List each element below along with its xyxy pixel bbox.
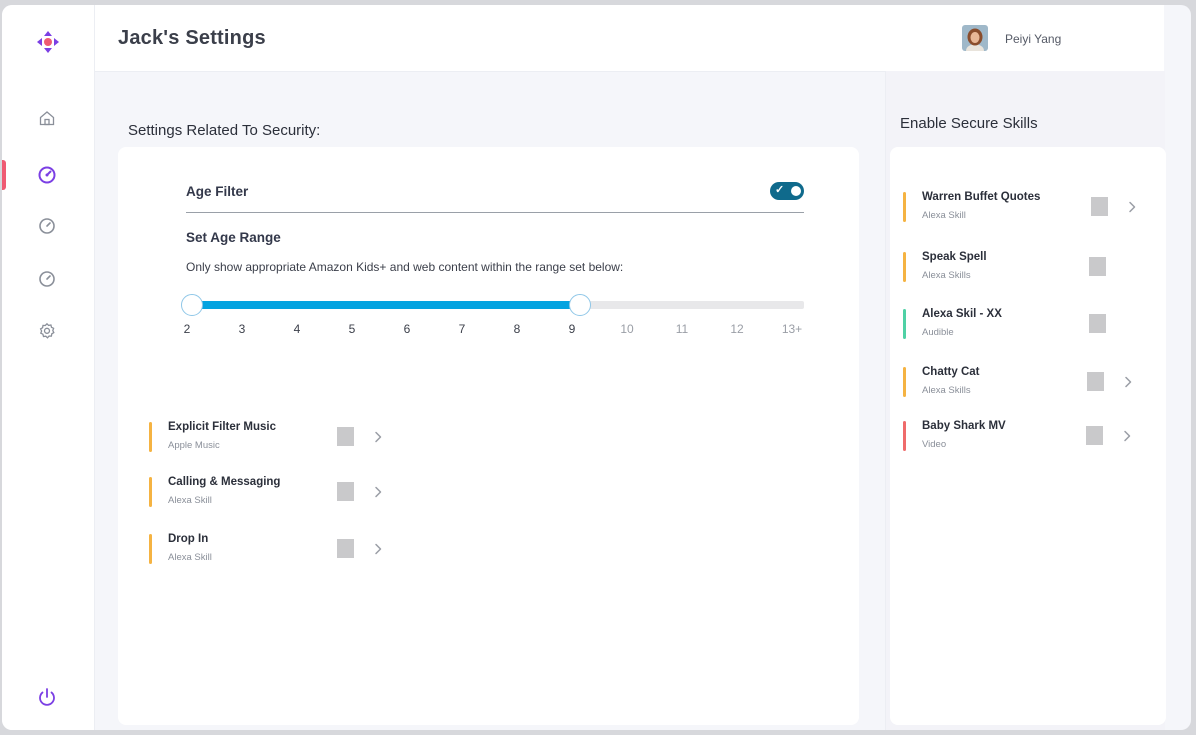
skill-item[interactable]: Baby Shark MV Video xyxy=(903,420,1153,454)
chevron-right-icon[interactable] xyxy=(1125,200,1139,214)
app-logo-icon[interactable] xyxy=(35,29,61,55)
chevron-right-icon[interactable] xyxy=(371,542,385,556)
sidebar-item-security[interactable] xyxy=(32,160,62,190)
sidebar-item-settings[interactable] xyxy=(32,316,62,346)
gauge-icon xyxy=(38,166,56,184)
skill-name: Drop In xyxy=(168,533,209,545)
age-tick-label: 3 xyxy=(238,322,246,336)
skill-item[interactable]: Warren Buffet Quotes Alexa Skill xyxy=(903,191,1153,225)
skill-name: Alexa Skil - XX xyxy=(922,308,1002,320)
skill-item[interactable]: Chatty Cat Alexa Skills xyxy=(903,366,1153,400)
age-range-description: Only show appropriate Amazon Kids+ and w… xyxy=(186,260,624,274)
set-age-range-label: Set Age Range xyxy=(186,230,281,245)
age-tick-label: 2 xyxy=(183,322,191,336)
skill-type: Alexa Skill xyxy=(922,210,966,221)
gauge-icon xyxy=(39,218,55,234)
power-button[interactable] xyxy=(35,685,59,709)
toggle-knob xyxy=(791,186,801,196)
age-range-fill xyxy=(192,301,572,309)
sidebar xyxy=(2,5,95,730)
skill-color-bar xyxy=(903,192,906,222)
skill-color-bar xyxy=(903,367,906,397)
skill-type: Alexa Skill xyxy=(168,495,212,506)
skill-checkbox[interactable] xyxy=(1091,197,1108,216)
skill-type: Video xyxy=(922,439,947,450)
home-icon xyxy=(39,111,55,126)
skill-color-bar xyxy=(149,422,152,452)
skill-name: Chatty Cat xyxy=(922,366,980,378)
skill-checkbox[interactable] xyxy=(337,482,354,501)
avatar[interactable] xyxy=(962,25,988,51)
skill-color-bar xyxy=(149,534,152,564)
skill-type: Alexa Skills xyxy=(922,270,971,281)
secure-skills-panel: Warren Buffet Quotes Alexa Skill Speak Spe… xyxy=(890,147,1166,725)
power-icon xyxy=(39,688,55,706)
age-range-max-handle[interactable] xyxy=(569,294,591,316)
skill-name: Explicit Filter Music xyxy=(168,421,276,433)
check-icon: ✓ xyxy=(775,184,785,196)
skill-type: Apple Music xyxy=(168,440,220,451)
gear-icon xyxy=(39,322,55,339)
skill-color-bar xyxy=(149,477,152,507)
top-header: Jack's Settings Peiyi Yang xyxy=(95,5,1164,72)
chevron-right-icon[interactable] xyxy=(1120,429,1134,443)
page-title: Jack's Settings xyxy=(118,27,266,49)
skill-name: Warren Buffet Quotes xyxy=(922,191,1041,203)
security-section-title: Settings Related To Security: xyxy=(128,122,321,139)
skill-checkbox[interactable] xyxy=(337,539,354,558)
skill-type: Alexa Skill xyxy=(168,552,212,563)
age-range-min-handle[interactable] xyxy=(181,294,203,316)
chevron-right-icon[interactable] xyxy=(1121,375,1135,389)
age-tick-label: 9 xyxy=(568,322,576,336)
skill-type: Audible xyxy=(922,327,954,338)
user-name[interactable]: Peiyi Yang xyxy=(1005,32,1061,46)
skill-item[interactable]: Explicit Filter Music Apple Music xyxy=(149,421,409,455)
skill-name: Speak Spell xyxy=(922,251,987,263)
skill-item[interactable]: Calling & Messaging Alexa Skill xyxy=(149,476,409,510)
age-tick-label: 12 xyxy=(730,322,744,336)
skill-item[interactable]: Speak Spell Alexa Skills xyxy=(903,251,1153,285)
age-tick-label: 7 xyxy=(458,322,466,336)
age-tick-label: 13+ xyxy=(781,322,803,336)
skill-name: Baby Shark MV xyxy=(922,420,1006,432)
chevron-right-icon[interactable] xyxy=(371,430,385,444)
age-tick-label: 5 xyxy=(348,322,356,336)
sidebar-item-gauge-2[interactable] xyxy=(32,211,62,241)
skill-checkbox[interactable] xyxy=(1086,426,1103,445)
chevron-right-icon[interactable] xyxy=(371,485,385,499)
security-panel: Age Filter ✓ Set Age Range Only show app… xyxy=(118,147,859,725)
app-window: Jack's Settings Peiyi Yang Settings Rela… xyxy=(2,5,1191,730)
sidebar-item-gauge-3[interactable] xyxy=(32,264,62,294)
skill-item[interactable]: Drop In Alexa Skill xyxy=(149,533,409,567)
gauge-icon xyxy=(39,271,55,287)
active-nav-indicator xyxy=(2,160,6,190)
sidebar-item-home[interactable] xyxy=(32,103,62,133)
skill-name: Calling & Messaging xyxy=(168,476,281,488)
skill-color-bar xyxy=(903,252,906,282)
secure-skills-section-title: Enable Secure Skills xyxy=(900,115,1038,132)
skill-checkbox[interactable] xyxy=(1089,257,1106,276)
age-tick-label: 4 xyxy=(293,322,301,336)
age-filter-toggle[interactable]: ✓ xyxy=(770,182,804,200)
skill-checkbox[interactable] xyxy=(337,427,354,446)
divider xyxy=(186,212,804,213)
age-filter-label: Age Filter xyxy=(186,184,249,199)
skill-item[interactable]: Alexa Skil - XX Audible xyxy=(903,308,1153,342)
skill-checkbox[interactable] xyxy=(1087,372,1104,391)
age-tick-label: 11 xyxy=(675,322,689,336)
skill-type: Alexa Skills xyxy=(922,385,971,396)
skill-color-bar xyxy=(903,309,906,339)
age-tick-label: 8 xyxy=(513,322,521,336)
skill-color-bar xyxy=(903,421,906,451)
age-tick-label: 6 xyxy=(403,322,411,336)
skill-checkbox[interactable] xyxy=(1089,314,1106,333)
age-tick-label: 10 xyxy=(620,322,634,336)
